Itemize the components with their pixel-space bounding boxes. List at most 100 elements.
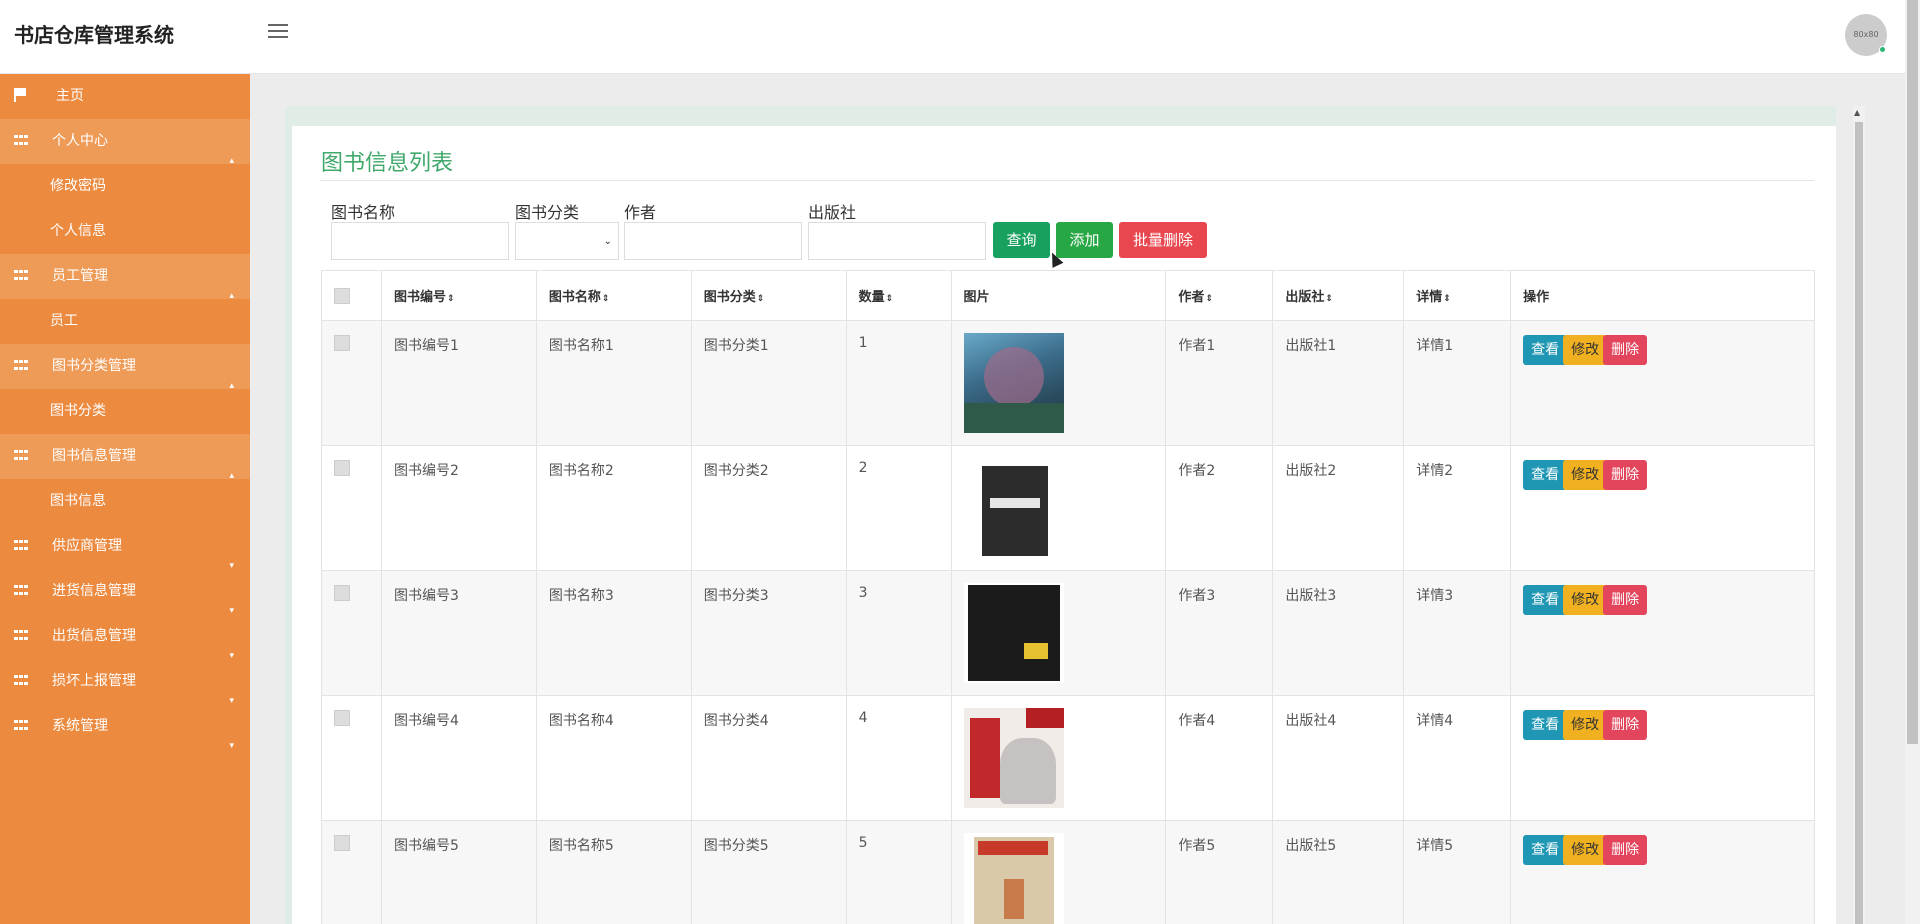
sidebar-group-system[interactable]: 系统管理 ▾ bbox=[0, 704, 250, 751]
sidebar-group-book-info[interactable]: 图书信息管理 ▴ bbox=[0, 434, 250, 481]
sidebar-group-purchase[interactable]: 进货信息管理 ▾ bbox=[0, 569, 250, 616]
table-row: 图书编号2 图书名称2 图书分类2 2 作者2 出版社2 详情2 查看 修改 删除 bbox=[321, 445, 1815, 571]
cell-book-category: 图书分类3 bbox=[690, 570, 847, 696]
batch-delete-button[interactable]: 批量删除 bbox=[1119, 222, 1207, 258]
sidebar-group-label: 员工管理 bbox=[52, 268, 108, 284]
publisher-label: 出版社 bbox=[808, 203, 857, 222]
sidebar-group-supplier[interactable]: 供应商管理 ▾ bbox=[0, 524, 250, 571]
book-cover-image bbox=[963, 333, 1064, 433]
sidebar-group-personal[interactable]: 个人中心 ▴ bbox=[0, 119, 250, 166]
row-checkbox[interactable] bbox=[334, 835, 350, 851]
delete-button[interactable]: 删除 bbox=[1603, 585, 1648, 615]
delete-button[interactable]: 删除 bbox=[1603, 835, 1648, 865]
add-button[interactable]: 添加 bbox=[1056, 222, 1113, 258]
book-name-label: 图书名称 bbox=[331, 203, 396, 222]
book-cover-image bbox=[963, 708, 1064, 808]
th-quantity[interactable]: 数量⇕ bbox=[845, 270, 952, 321]
cell-book-category: 图书分类2 bbox=[690, 445, 847, 571]
sort-icon: ⇕ bbox=[885, 294, 894, 304]
cell-quantity: 4 bbox=[845, 695, 952, 821]
cell-publisher: 出版社2 bbox=[1272, 445, 1405, 571]
sidebar-group-label: 供应商管理 bbox=[52, 538, 122, 554]
cell-detail: 详情1 bbox=[1403, 320, 1512, 446]
cell-book-category: 图书分类4 bbox=[690, 695, 847, 821]
app-title: 书店仓库管理系统 bbox=[14, 23, 174, 47]
cell-book-id: 图书编号5 bbox=[380, 820, 537, 924]
edit-button[interactable]: 修改 bbox=[1563, 710, 1608, 740]
cell-quantity: 1 bbox=[845, 320, 952, 446]
grid-icon bbox=[14, 630, 28, 642]
edit-button[interactable]: 修改 bbox=[1563, 460, 1608, 490]
view-button[interactable]: 查看 bbox=[1523, 835, 1568, 865]
edit-button[interactable]: 修改 bbox=[1563, 335, 1608, 365]
sort-icon: ⇕ bbox=[446, 294, 455, 304]
cell-book-name: 图书名称1 bbox=[535, 320, 692, 446]
menu-toggle-icon[interactable] bbox=[268, 24, 288, 40]
th-book-id[interactable]: 图书编号⇕ bbox=[380, 270, 537, 321]
sidebar-item-label: 主页 bbox=[56, 88, 84, 104]
edit-button[interactable]: 修改 bbox=[1563, 585, 1608, 615]
sidebar: 主页 个人中心 ▴ 修改密码 个人信息 员工管理 ▴ 员工 图书分类管理 ▴ 图… bbox=[0, 74, 250, 924]
sidebar-group-damage-report[interactable]: 损坏上报管理 ▾ bbox=[0, 659, 250, 706]
grid-icon bbox=[14, 720, 28, 732]
th-book-name[interactable]: 图书名称⇕ bbox=[535, 270, 692, 321]
book-category-label: 图书分类 bbox=[515, 203, 580, 222]
cell-book-name: 图书名称5 bbox=[535, 820, 692, 924]
scroll-up-arrow-icon[interactable]: ▲ bbox=[1854, 108, 1860, 117]
cell-book-name: 图书名称2 bbox=[535, 445, 692, 571]
row-checkbox[interactable] bbox=[334, 585, 350, 601]
cell-author: 作者4 bbox=[1165, 695, 1274, 821]
sidebar-group-shipment[interactable]: 出货信息管理 ▾ bbox=[0, 614, 250, 661]
cell-author: 作者3 bbox=[1165, 570, 1274, 696]
th-actions: 操作 bbox=[1510, 270, 1815, 321]
sidebar-item-home[interactable]: 主页 bbox=[0, 74, 250, 119]
sidebar-item-profile[interactable]: 个人信息 bbox=[0, 209, 250, 254]
top-header: 书店仓库管理系统 80x80 bbox=[0, 0, 1920, 74]
th-author[interactable]: 作者⇕ bbox=[1165, 270, 1274, 321]
cell-book-name: 图书名称3 bbox=[535, 570, 692, 696]
grid-icon bbox=[14, 540, 28, 552]
page-scrollbar-thumb[interactable] bbox=[1907, 0, 1918, 744]
author-input[interactable] bbox=[624, 222, 802, 260]
view-button[interactable]: 查看 bbox=[1523, 585, 1568, 615]
publisher-input[interactable] bbox=[808, 222, 986, 260]
delete-button[interactable]: 删除 bbox=[1603, 460, 1648, 490]
cell-book-id: 图书编号2 bbox=[380, 445, 537, 571]
view-button[interactable]: 查看 bbox=[1523, 335, 1568, 365]
chevron-down-icon: ⌄ bbox=[603, 236, 612, 247]
sidebar-item-change-password[interactable]: 修改密码 bbox=[0, 164, 250, 209]
edit-button[interactable]: 修改 bbox=[1563, 835, 1608, 865]
book-name-input[interactable] bbox=[331, 222, 509, 260]
row-checkbox[interactable] bbox=[334, 710, 350, 726]
row-checkbox[interactable] bbox=[334, 460, 350, 476]
book-category-select[interactable]: ⌄ bbox=[515, 222, 619, 260]
delete-button[interactable]: 删除 bbox=[1603, 335, 1648, 365]
cell-quantity: 5 bbox=[845, 820, 952, 924]
view-button[interactable]: 查看 bbox=[1523, 460, 1568, 490]
row-checkbox[interactable] bbox=[334, 335, 350, 351]
sidebar-item-staff[interactable]: 员工 bbox=[0, 299, 250, 344]
th-detail[interactable]: 详情⇕ bbox=[1403, 270, 1512, 321]
search-button[interactable]: 查询 bbox=[993, 222, 1050, 258]
cell-detail: 详情5 bbox=[1403, 820, 1512, 924]
sort-icon: ⇕ bbox=[1205, 294, 1213, 304]
caret-down-icon: ▾ bbox=[229, 741, 234, 751]
th-publisher[interactable]: 出版社⇕ bbox=[1272, 270, 1405, 321]
sidebar-group-staff[interactable]: 员工管理 ▴ bbox=[0, 254, 250, 301]
th-book-category[interactable]: 图书分类⇕ bbox=[690, 270, 847, 321]
sort-icon: ⇕ bbox=[601, 294, 610, 304]
sidebar-group-label: 图书信息管理 bbox=[52, 448, 136, 464]
sidebar-item-book-info[interactable]: 图书信息 bbox=[0, 479, 250, 524]
flag-icon bbox=[14, 88, 27, 102]
sidebar-group-label: 个人中心 bbox=[52, 133, 108, 149]
select-all-checkbox[interactable] bbox=[334, 287, 350, 304]
grid-icon bbox=[14, 450, 28, 462]
sidebar-group-book-category[interactable]: 图书分类管理 ▴ bbox=[0, 344, 250, 391]
book-cover-image bbox=[963, 833, 1064, 924]
inner-scrollbar-thumb[interactable] bbox=[1855, 122, 1863, 924]
delete-button[interactable]: 删除 bbox=[1603, 710, 1648, 740]
view-button[interactable]: 查看 bbox=[1523, 710, 1568, 740]
sidebar-item-book-category[interactable]: 图书分类 bbox=[0, 389, 250, 434]
cell-detail: 详情3 bbox=[1403, 570, 1512, 696]
sidebar-group-label: 系统管理 bbox=[52, 718, 108, 734]
